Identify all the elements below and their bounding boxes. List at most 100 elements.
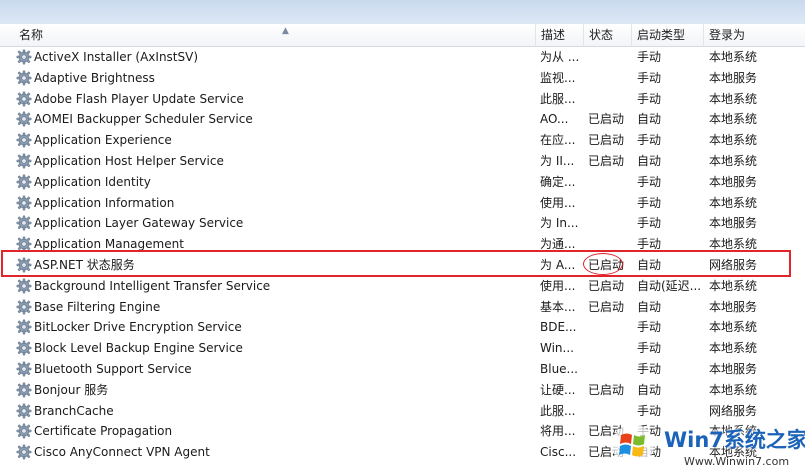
service-description: Win... [540, 341, 574, 356]
service-status: 已启动 [588, 382, 625, 397]
service-description: Cisc... [540, 445, 577, 460]
service-startup-type: 手动 [637, 341, 662, 356]
service-row[interactable]: Bluetooth Support Service Blue... 手动 本地服务 [0, 359, 805, 380]
service-description: 让硬... [540, 382, 576, 397]
column-header-startup-type[interactable]: 启动类型 [632, 24, 704, 46]
services-list: ActiveX Installer (AxInstSV) 为从 ... 手动 本地系统… [0, 47, 805, 463]
service-row[interactable]: Application Experience 在应... 已启动 手动 本地系统 [0, 130, 805, 151]
service-startup-type: 手动 [637, 195, 662, 210]
service-logon-as: 本地系统 [709, 91, 758, 106]
service-description: 监视... [540, 70, 576, 85]
service-row[interactable]: Background Intelligent Transfer Service 使… [0, 276, 805, 297]
gear-icon [16, 340, 32, 356]
service-status: 已启动 [588, 299, 625, 314]
service-logon-as: 本地系统 [709, 153, 758, 168]
service-row[interactable]: BitLocker Drive Encryption Service BDE...… [0, 317, 805, 338]
service-name: BitLocker Drive Encryption Service [34, 320, 242, 335]
column-header-status[interactable]: 状态 [584, 24, 632, 46]
column-header: 名称 ▲ 描述 状态 启动类型 登录为 [0, 24, 805, 47]
service-row[interactable]: Cisco AnyConnect VPN Agent Cisc... 已启动 自动 本地… [0, 442, 805, 463]
service-description: 基本... [540, 299, 576, 314]
service-status [588, 172, 632, 193]
service-status [588, 401, 632, 422]
service-startup-type: 手动 [637, 216, 662, 231]
service-logon-as: 本地系统 [709, 237, 758, 252]
service-startup-type: 自动 [637, 112, 662, 127]
service-status: 已启动 [588, 278, 625, 293]
service-name: Application Management [34, 237, 184, 252]
gear-icon [16, 319, 32, 335]
service-description: 为通... [540, 237, 576, 252]
service-name: Application Information [34, 195, 175, 210]
service-name: Adobe Flash Player Update Service [34, 91, 244, 106]
service-logon-as: 本地系统 [709, 320, 758, 335]
service-description: 为 In... [540, 216, 579, 231]
gear-icon [16, 361, 32, 377]
service-row[interactable]: BranchCache 此服... 手动 网络服务 [0, 401, 805, 422]
service-status [588, 193, 632, 214]
service-startup-type: 自动(延迟... [637, 278, 702, 293]
gear-icon [16, 111, 32, 127]
service-row[interactable]: Application Identity 确定... 手动 本地服务 [0, 172, 805, 193]
service-status: 已启动 [588, 445, 625, 460]
gear-icon [16, 153, 32, 169]
gear-icon [16, 444, 32, 460]
service-name: Adaptive Brightness [34, 70, 155, 85]
service-status [588, 359, 632, 380]
service-startup-type: 自动 [637, 299, 662, 314]
column-header-logon-as[interactable]: 登录为 [704, 24, 805, 46]
service-status [588, 234, 632, 255]
gear-icon [16, 299, 32, 315]
gear-icon [16, 49, 32, 65]
service-name: ActiveX Installer (AxInstSV) [34, 50, 199, 64]
service-logon-as: 本地系统 [709, 382, 758, 397]
service-row[interactable]: ASP.NET 状态服务 为 A... 已启动 自动 网络服务 [0, 255, 805, 276]
service-row[interactable]: Application Information 使用... 手动 本地系统 [0, 193, 805, 214]
service-description: BDE... [540, 320, 577, 335]
service-startup-type: 自动 [637, 153, 662, 168]
column-header-description[interactable]: 描述 [536, 24, 584, 46]
service-name: Bluetooth Support Service [34, 361, 192, 376]
service-description: Blue... [540, 361, 578, 376]
service-row[interactable]: ActiveX Installer (AxInstSV) 为从 ... 手动 本地系统 [0, 47, 805, 68]
service-logon-as: 本地系统 [709, 112, 758, 127]
service-description: 为 II... [540, 153, 575, 168]
service-status [588, 47, 632, 68]
service-startup-type: 手动 [637, 361, 662, 376]
service-row[interactable]: Application Management 为通... 手动 本地系统 [0, 234, 805, 255]
service-startup-type: 手动 [637, 174, 662, 189]
service-description: 确定... [540, 174, 576, 189]
service-row[interactable]: Application Layer Gateway Service 为 In...… [0, 213, 805, 234]
service-description: AO... [540, 112, 569, 127]
service-startup-type: 手动 [637, 403, 662, 418]
service-status: 已启动 [588, 133, 625, 148]
service-row[interactable]: Base Filtering Engine 基本... 已启动 自动 本地服务 [0, 297, 805, 318]
service-logon-as: 本地服务 [709, 70, 758, 85]
service-description: 在应... [540, 133, 576, 148]
service-name: Application Host Helper Service [34, 153, 224, 168]
service-status [588, 338, 632, 359]
service-logon-as: 网络服务 [709, 403, 758, 418]
service-startup-type: 手动 [637, 50, 662, 64]
service-row[interactable]: AOMEI Backupper Scheduler Service AO... 已启… [0, 109, 805, 130]
service-row[interactable]: Certificate Propagation 将用... 已启动 手动 本地系统 [0, 421, 805, 442]
service-logon-as: 本地系统 [709, 341, 758, 356]
service-row[interactable]: Block Level Backup Engine Service Win... 手… [0, 338, 805, 359]
service-row[interactable]: Adobe Flash Player Update Service 此服... 手动… [0, 89, 805, 110]
service-logon-as: 本地服务 [709, 216, 758, 231]
column-header-name[interactable]: 名称 ▲ [14, 24, 536, 46]
service-status [588, 68, 632, 89]
service-name: AOMEI Backupper Scheduler Service [34, 112, 253, 127]
service-row[interactable]: Bonjour 服务 让硬... 已启动 自动 本地系统 [0, 380, 805, 401]
service-row[interactable]: Adaptive Brightness 监视... 手动 本地服务 [0, 68, 805, 89]
gear-icon [16, 382, 32, 398]
service-row[interactable]: Application Host Helper Service 为 II... 已启… [0, 151, 805, 172]
gear-icon [16, 215, 32, 231]
service-status: 已启动 [588, 424, 625, 439]
gear-icon [16, 91, 32, 107]
service-name: Application Identity [34, 174, 151, 189]
service-status: 已启动 [588, 112, 625, 127]
service-logon-as: 本地服务 [709, 299, 758, 314]
service-name: ASP.NET 状态服务 [34, 257, 135, 272]
gear-icon [16, 236, 32, 252]
